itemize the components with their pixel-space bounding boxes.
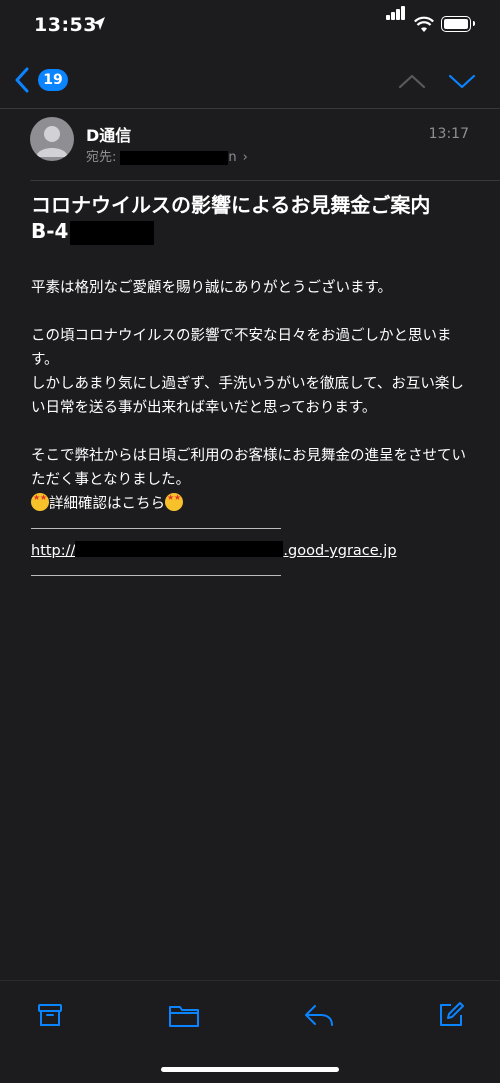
separator-line: [31, 528, 281, 529]
body-paragraph-3: そこで弊社からは日頃ご利用のお客様にお見舞金の進呈をさせていただく事となりました…: [31, 448, 466, 488]
star-struck-emoji-icon: [31, 493, 49, 511]
chevron-right-icon: ›: [242, 150, 248, 165]
separator-line: [31, 575, 281, 576]
sender-name[interactable]: D通信: [86, 122, 131, 146]
subject-line-1: コロナウイルスの影響によるお見舞金ご案内: [31, 193, 431, 217]
email-subject: コロナウイルスの影響によるお見舞金ご案内 B-4: [31, 192, 471, 245]
to-suffix: n: [228, 150, 237, 165]
avatar[interactable]: [30, 117, 74, 161]
header-divider: [30, 180, 500, 181]
folder-icon[interactable]: [168, 1001, 200, 1029]
email-time: 13:17: [428, 126, 469, 142]
chevron-up-icon[interactable]: [398, 73, 426, 89]
cta-text: 詳細確認はこちら: [49, 496, 165, 512]
compose-icon[interactable]: [437, 1001, 465, 1029]
redacted-link: [75, 541, 284, 557]
battery-icon: [441, 16, 475, 32]
recipient-row[interactable]: 宛先: n ›: [86, 146, 248, 165]
email-body: 平素は格別なご愛顧を賜り誠にありがとうございます。 この頃コロナウイルスの影響で…: [31, 276, 471, 586]
status-bar: 13:53: [0, 0, 500, 50]
reply-icon[interactable]: [303, 1001, 335, 1029]
redacted-recipient: [120, 150, 229, 165]
unread-count-badge: 19: [38, 69, 68, 91]
to-label: 宛先:: [86, 150, 117, 165]
home-indicator[interactable]: [161, 1067, 339, 1072]
archive-icon[interactable]: [36, 1001, 64, 1029]
email-header: D通信 宛先: n › 13:17: [0, 112, 500, 172]
phishing-link[interactable]: http://.good-ygrace.jp: [31, 541, 397, 559]
subject-line-2: B-4: [31, 218, 471, 245]
chevron-down-icon[interactable]: [448, 73, 476, 89]
back-button[interactable]: 19: [14, 65, 74, 95]
subject-prefix: B-4: [31, 219, 69, 243]
status-time: 13:53: [34, 14, 97, 36]
person-icon: [36, 126, 68, 157]
chevron-left-icon: [15, 67, 29, 93]
navigation-bar: 19: [0, 55, 500, 105]
body-paragraph-2a: この頃コロナウイルスの影響で不安な日々をお過ごしかと思います。: [31, 328, 452, 368]
cta-line: 詳細確認はこちら: [31, 492, 471, 516]
body-paragraph-1: 平素は格別なご愛顧を賜り誠にありがとうございます。: [31, 280, 393, 296]
redacted-subject: [70, 220, 155, 245]
wifi-icon: [414, 16, 434, 32]
nav-divider: [0, 108, 500, 109]
star-struck-emoji-icon: [165, 493, 183, 511]
location-arrow-icon: [93, 17, 105, 30]
body-paragraph-2b: しかしあまり気にし過ぎず、手洗いうがいを徹底して、お互い楽しい日常を送る事が出来…: [31, 376, 464, 416]
